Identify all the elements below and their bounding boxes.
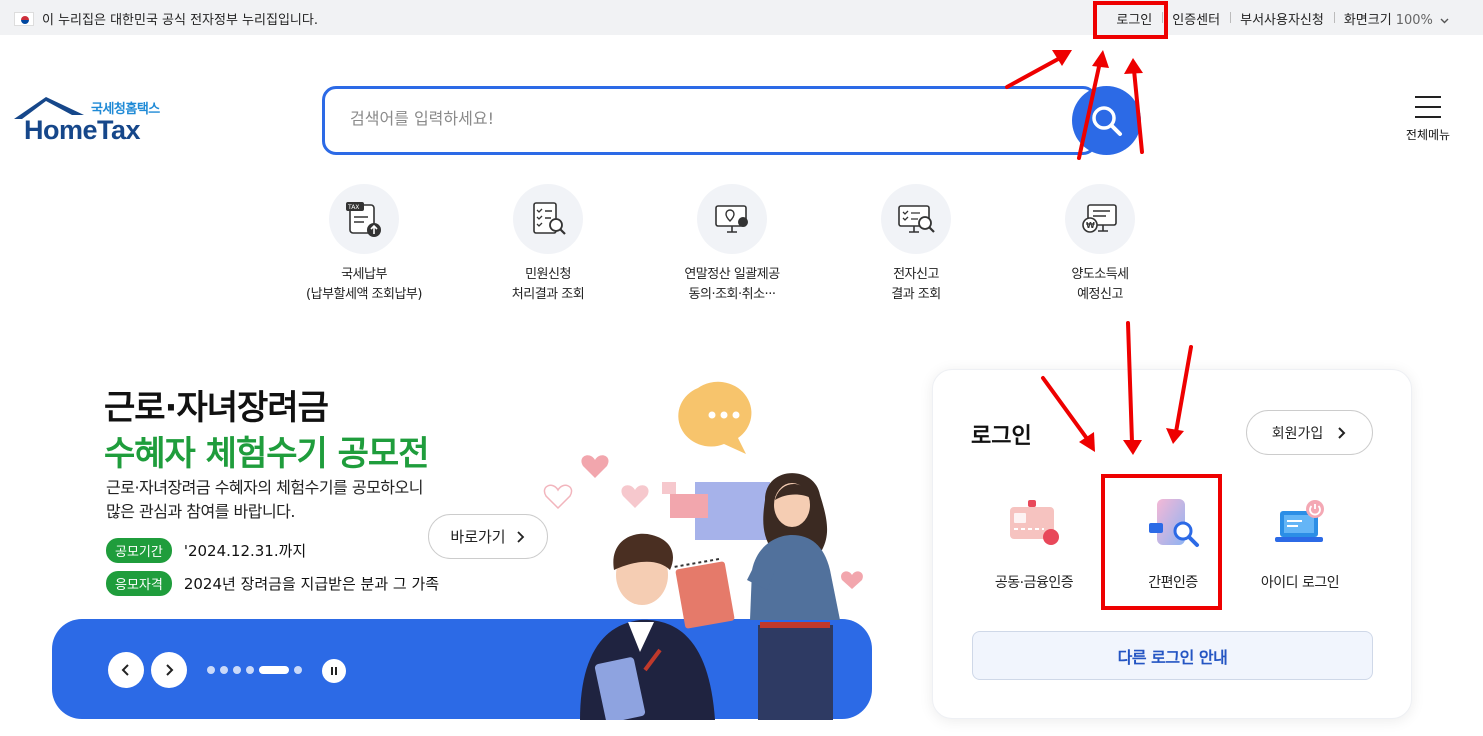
pagination-dot[interactable] (246, 666, 254, 674)
banner-illustration (543, 381, 863, 720)
quick-menu-sublabel: 처리결과 조회 (511, 287, 585, 302)
svg-text:TAX: TAX (347, 204, 359, 211)
zoom-label: 화면크기 (1343, 13, 1392, 28)
search-button[interactable] (1072, 86, 1141, 155)
quick-menu-tax-payment[interactable]: TAX 국세납부 (납부할세액 조회납부) (279, 184, 449, 305)
banner-title: 근로·자녀장려금 (104, 388, 329, 428)
quick-menu-e-filing-result[interactable]: 전자신고결과 조회 (831, 184, 1001, 305)
banner-pagination (207, 666, 307, 674)
quick-menu-sublabel: 결과 조회 (891, 287, 941, 302)
banner-description: 근로·자녀장려금 수혜자의 체험수기를 공모하오니 많은 관심과 참여를 바랍니… (106, 476, 423, 524)
banner-period-row: 공모기간 '2024.12.31.까지 (106, 538, 306, 563)
period-badge: 공모기간 (106, 538, 172, 563)
all-menu-label: 전체메뉴 (1405, 128, 1451, 142)
eligibility-value: 2024년 장려금을 지급받은 분과 그 가족 (183, 575, 440, 593)
monitor-location-icon (697, 184, 767, 254)
other-login-guide-button[interactable]: 다른 로그인 안내 (972, 631, 1373, 680)
pagination-dot[interactable] (233, 666, 241, 674)
annotation-box-top-login (1093, 1, 1168, 39)
banner-next-button[interactable] (151, 652, 187, 688)
chevron-right-icon (516, 530, 524, 543)
all-menu-button[interactable]: 전체메뉴 (1398, 96, 1458, 143)
tax-document-icon: TAX (329, 184, 399, 254)
quick-menu-civil-petition[interactable]: 민원신청처리결과 조회 (463, 184, 633, 305)
quick-menu-label: 양도소득세 (1071, 267, 1129, 282)
checklist-magnifier-icon (513, 184, 583, 254)
search-box (322, 86, 1097, 155)
banner-title-highlight: 수혜자 체험수기 공모전 (104, 434, 429, 474)
monitor-won-icon: ₩ (1065, 184, 1135, 254)
quick-menu-capital-gains-tax[interactable]: ₩ 양도소득세예정신고 (1015, 184, 1185, 305)
quick-menu-label: 민원신청 (525, 267, 571, 282)
quick-menu-label: 전자신고 (893, 267, 939, 282)
joint-financial-cert-login[interactable]: 공동·금융인증 (969, 495, 1099, 592)
zoom-value: 100% (1395, 13, 1433, 28)
pagination-dot[interactable] (220, 666, 228, 674)
signup-button[interactable]: 회원가입 (1246, 410, 1373, 455)
quick-menu-label: 국세납부 (341, 267, 387, 282)
gov-notice-text: 이 누리집은 대한민국 공식 전자정부 누리집입니다. (42, 13, 318, 28)
banner-eligibility-row: 응모자격 2024년 장려금을 지급받은 분과 그 가족 (106, 571, 439, 596)
banner-prev-button[interactable] (108, 652, 144, 688)
certificate-center-link[interactable]: 인증센터 (1162, 9, 1230, 28)
korean-flag-icon (14, 11, 34, 26)
logo-title: HomeTax (24, 115, 141, 145)
laptop-power-icon (1275, 500, 1324, 542)
banner-goto-button[interactable]: 바로가기 (428, 514, 548, 559)
quick-menu-sublabel: (납부할세액 조회납부) (306, 287, 422, 302)
period-value: '2024.12.31.까지 (183, 542, 307, 560)
quick-menu-sublabel: 예정신고 (1077, 287, 1123, 302)
annotation-box-simple-auth (1101, 474, 1222, 610)
banner-description-line: 많은 관심과 참여를 바랍니다. (106, 502, 295, 521)
search-icon (1091, 105, 1122, 136)
svg-text:₩: ₩ (1086, 221, 1095, 230)
gov-banner-bar: 이 누리집은 대한민국 공식 전자정부 누리집입니다. 로그인 인증센터 부서사… (0, 0, 1483, 35)
goto-label: 바로가기 (450, 528, 506, 546)
banner-pause-button[interactable] (322, 659, 346, 683)
certificate-card-icon (1010, 500, 1059, 545)
login-title: 로그인 (971, 424, 1032, 449)
signup-label: 회원가입 (1271, 425, 1324, 442)
login-option-label: 아이디 로그인 (1260, 575, 1340, 591)
zoom-control[interactable]: 화면크기 100% (1333, 9, 1449, 28)
pagination-dot[interactable] (207, 666, 215, 674)
monitor-magnifier-icon (881, 184, 951, 254)
id-login[interactable]: 아이디 로그인 (1235, 495, 1365, 592)
search-input[interactable] (350, 109, 1050, 128)
hamburger-icon (1415, 96, 1441, 118)
chevron-right-icon (166, 664, 174, 676)
chevron-left-icon (121, 664, 129, 676)
chevron-right-icon (1338, 426, 1346, 439)
quick-menu-label: 연말정산 일괄제공 (684, 267, 780, 282)
pagination-dot-active[interactable] (259, 666, 289, 674)
pause-icon (331, 667, 337, 675)
quick-menu-year-end-settlement[interactable]: 연말정산 일괄제공동의·조회·취소··· (647, 184, 817, 305)
banner-description-line: 근로·자녀장려금 수혜자의 체험수기를 공모하오니 (106, 478, 423, 497)
hometax-logo[interactable]: 국세청홈택스 HomeTax (12, 95, 172, 150)
login-option-label: 공동·금융인증 (994, 575, 1074, 591)
quick-menu-sublabel: 동의·조회·취소··· (688, 287, 776, 302)
chevron-down-icon (1440, 18, 1449, 24)
department-user-link[interactable]: 부서사용자신청 (1230, 9, 1334, 28)
eligibility-badge: 응모자격 (106, 571, 172, 596)
pagination-dot[interactable] (294, 666, 302, 674)
gov-notice: 이 누리집은 대한민국 공식 전자정부 누리집입니다. (14, 9, 318, 28)
